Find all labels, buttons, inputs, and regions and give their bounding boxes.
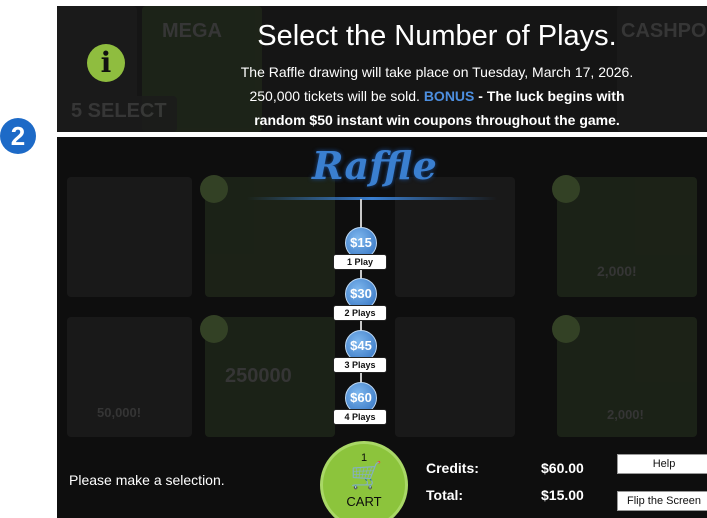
tile-badge — [200, 315, 228, 343]
background-tile-text: 50,000! — [97, 405, 142, 420]
background-tile-text: 2,000! — [607, 407, 644, 422]
background-tile: 50,000! — [67, 317, 192, 437]
info-icon: i — [87, 44, 125, 82]
background-tile: 5 SELECT — [57, 96, 177, 132]
play-option-2[interactable]: $30 2 Plays — [333, 278, 389, 322]
background-tile-text: 2,000! — [597, 263, 637, 279]
cart-button[interactable]: 1 🛒 CART — [320, 441, 408, 518]
step-badge: 2 — [0, 118, 36, 154]
info-panel: MEGA CASHPO 5 SELECT i Select the Number… — [57, 6, 707, 132]
cart-icon: 🛒 — [350, 460, 383, 490]
total-label: Total: — [426, 487, 464, 503]
background-tile — [67, 177, 192, 297]
bonus-label: BONUS — [423, 88, 475, 104]
background-tile: 2,000! — [552, 315, 697, 437]
tile-badge — [552, 175, 580, 203]
panel-title: Select the Number of Plays. — [257, 20, 617, 52]
total-value: $15.00 — [541, 487, 584, 503]
credits-label: Credits: — [426, 460, 479, 476]
tile-badge — [552, 315, 580, 343]
raffle-logo: Raffle — [312, 143, 437, 188]
play-option-3[interactable]: $45 3 Plays — [333, 330, 389, 374]
credits-value: $60.00 — [541, 460, 584, 476]
cart-label: CART — [346, 494, 382, 509]
background-tile: 250000 — [200, 315, 335, 437]
play-count-label: 1 Play — [333, 254, 387, 270]
tickets-count-text: 250,000 tickets will be sold. — [249, 88, 420, 104]
tile-badge — [200, 175, 228, 203]
selection-prompt: Please make a selection. — [69, 472, 225, 488]
bonus-text: - The luck begins with — [478, 88, 625, 104]
raffle-logo-underline — [247, 197, 497, 200]
game-area: 2,000! 50,000! 250000 2,000! Raffle $15 … — [57, 137, 707, 518]
drawing-date-text: The Raffle drawing will take place on Tu… — [240, 64, 634, 80]
help-button[interactable]: Help — [617, 454, 707, 474]
flip-screen-button[interactable]: Flip the Screen — [617, 491, 707, 511]
tickets-text: 250,000 tickets will be sold. BONUS - Th… — [167, 88, 707, 104]
play-count-label: 2 Plays — [333, 305, 387, 321]
background-tile — [395, 317, 515, 437]
play-count-label: 3 Plays — [333, 357, 387, 373]
play-option-4[interactable]: $60 4 Plays — [333, 382, 389, 426]
bonus-coupon-text: random $50 instant win coupons throughou… — [254, 112, 620, 128]
play-option-1[interactable]: $15 1 Play — [333, 227, 389, 271]
background-tile: 2,000! — [552, 175, 697, 297]
background-tile-text: 250000 — [225, 365, 292, 387]
background-tile-text: 5 SELECT — [71, 100, 167, 122]
background-tile — [395, 177, 515, 297]
background-tile — [200, 175, 335, 297]
play-count-label: 4 Plays — [333, 409, 387, 425]
